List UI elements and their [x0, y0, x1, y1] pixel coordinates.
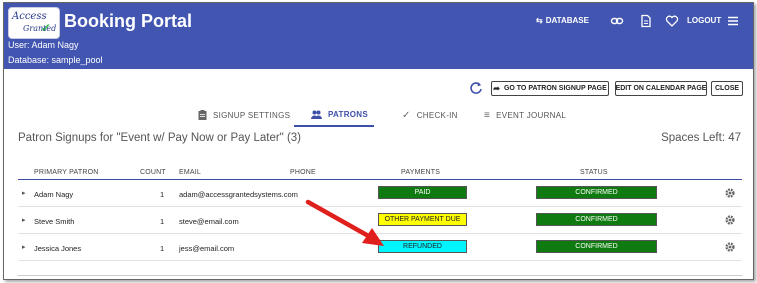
- clipboard-icon: [198, 110, 207, 120]
- share-arrow-icon: ➦: [493, 84, 500, 93]
- go-to-signup-page-button[interactable]: ➦ GO TO PATRON SIGNUP PAGE: [491, 81, 609, 96]
- people-icon: [311, 110, 322, 119]
- database-nav-button[interactable]: ⇆ DATABASE: [536, 16, 589, 25]
- swap-icon: ⇆: [536, 16, 543, 25]
- patron-email: jess@email.com: [179, 244, 235, 253]
- patron-email: adam@accessgrantedsystems.com: [179, 190, 298, 199]
- patron-name: Steve Smith: [34, 217, 75, 226]
- top-header: Access ✓ Granted Booking Portal User: Ad…: [4, 3, 753, 69]
- access-granted-logo: Access ✓ Granted: [8, 7, 60, 39]
- active-tab-indicator: [294, 125, 374, 127]
- check-icon: ✓: [402, 110, 411, 121]
- close-button[interactable]: CLOSE: [711, 81, 743, 96]
- gear-icon[interactable]: [724, 186, 736, 198]
- refresh-icon[interactable]: [469, 81, 483, 95]
- edit-on-calendar-button[interactable]: EDIT ON CALENDAR PAGE: [615, 81, 707, 96]
- expand-caret-icon[interactable]: ▸: [22, 189, 26, 197]
- close-label: CLOSE: [714, 85, 740, 92]
- user-info: User: Adam Nagy: [8, 40, 79, 50]
- tab-patrons[interactable]: PATRONS: [311, 110, 368, 119]
- col-phone[interactable]: PHONE: [290, 169, 316, 176]
- app-window: Access ✓ Granted Booking Portal User: Ad…: [3, 2, 754, 280]
- patron-email: steve@email.com: [179, 217, 239, 226]
- signup-count: 1: [160, 244, 165, 253]
- app-title: Booking Portal: [64, 11, 193, 31]
- signup-count: 1: [160, 217, 165, 226]
- hamburger-menu-icon[interactable]: [726, 14, 740, 28]
- signup-count: 1: [160, 190, 165, 199]
- spaces-left: Spaces Left: 47: [661, 132, 741, 144]
- status-badge[interactable]: CONFIRMED: [536, 240, 657, 253]
- patron-signups-title: Patron Signups for "Event w/ Pay Now or …: [18, 132, 302, 144]
- patron-name: Jessica Jones: [34, 244, 82, 253]
- logout-label: LOGOUT: [687, 16, 722, 25]
- expand-caret-icon[interactable]: ▸: [22, 243, 26, 251]
- expand-caret-icon[interactable]: ▸: [22, 216, 26, 224]
- logout-button[interactable]: LOGOUT: [687, 16, 721, 25]
- tab-event-journal-label: EVENT JOURNAL: [496, 111, 567, 120]
- col-payments[interactable]: PAYMENTS: [401, 169, 440, 176]
- go-to-signup-label: GO TO PATRON SIGNUP PAGE: [503, 85, 607, 92]
- col-count[interactable]: COUNT: [140, 169, 166, 176]
- col-email[interactable]: EMAIL: [179, 169, 201, 176]
- gear-icon[interactable]: [724, 240, 736, 252]
- tab-signup-settings-label: SIGNUP SETTINGS: [213, 110, 291, 120]
- tab-check-in-label: CHECK-IN: [416, 111, 458, 120]
- list-icon: ≡: [484, 110, 491, 121]
- heart-icon[interactable]: [665, 14, 679, 28]
- table-bottom-divider: [18, 275, 742, 276]
- document-icon[interactable]: [639, 14, 653, 28]
- patron-name: Adam Nagy: [34, 190, 74, 199]
- edit-calendar-label: EDIT ON CALENDAR PAGE: [615, 85, 707, 92]
- status-badge[interactable]: CONFIRMED: [536, 186, 657, 199]
- database-info: Database: sample_pool: [8, 55, 103, 65]
- red-annotation-arrow: [305, 199, 384, 246]
- col-status[interactable]: STATUS: [580, 169, 608, 176]
- tab-signup-settings[interactable]: SIGNUP SETTINGS: [198, 110, 290, 120]
- status-badge[interactable]: CONFIRMED: [536, 213, 657, 226]
- logo-text-line2: Granted: [23, 24, 57, 33]
- tab-check-in[interactable]: ✓ CHECK-IN: [402, 110, 458, 121]
- tab-event-journal[interactable]: ≡ EVENT JOURNAL: [484, 110, 566, 121]
- tab-patrons-label: PATRONS: [328, 110, 369, 119]
- gear-icon[interactable]: [724, 213, 736, 225]
- col-primary-patron[interactable]: PRIMARY PATRON: [34, 169, 99, 176]
- link-icon[interactable]: [610, 14, 624, 28]
- database-nav-label: DATABASE: [545, 16, 589, 25]
